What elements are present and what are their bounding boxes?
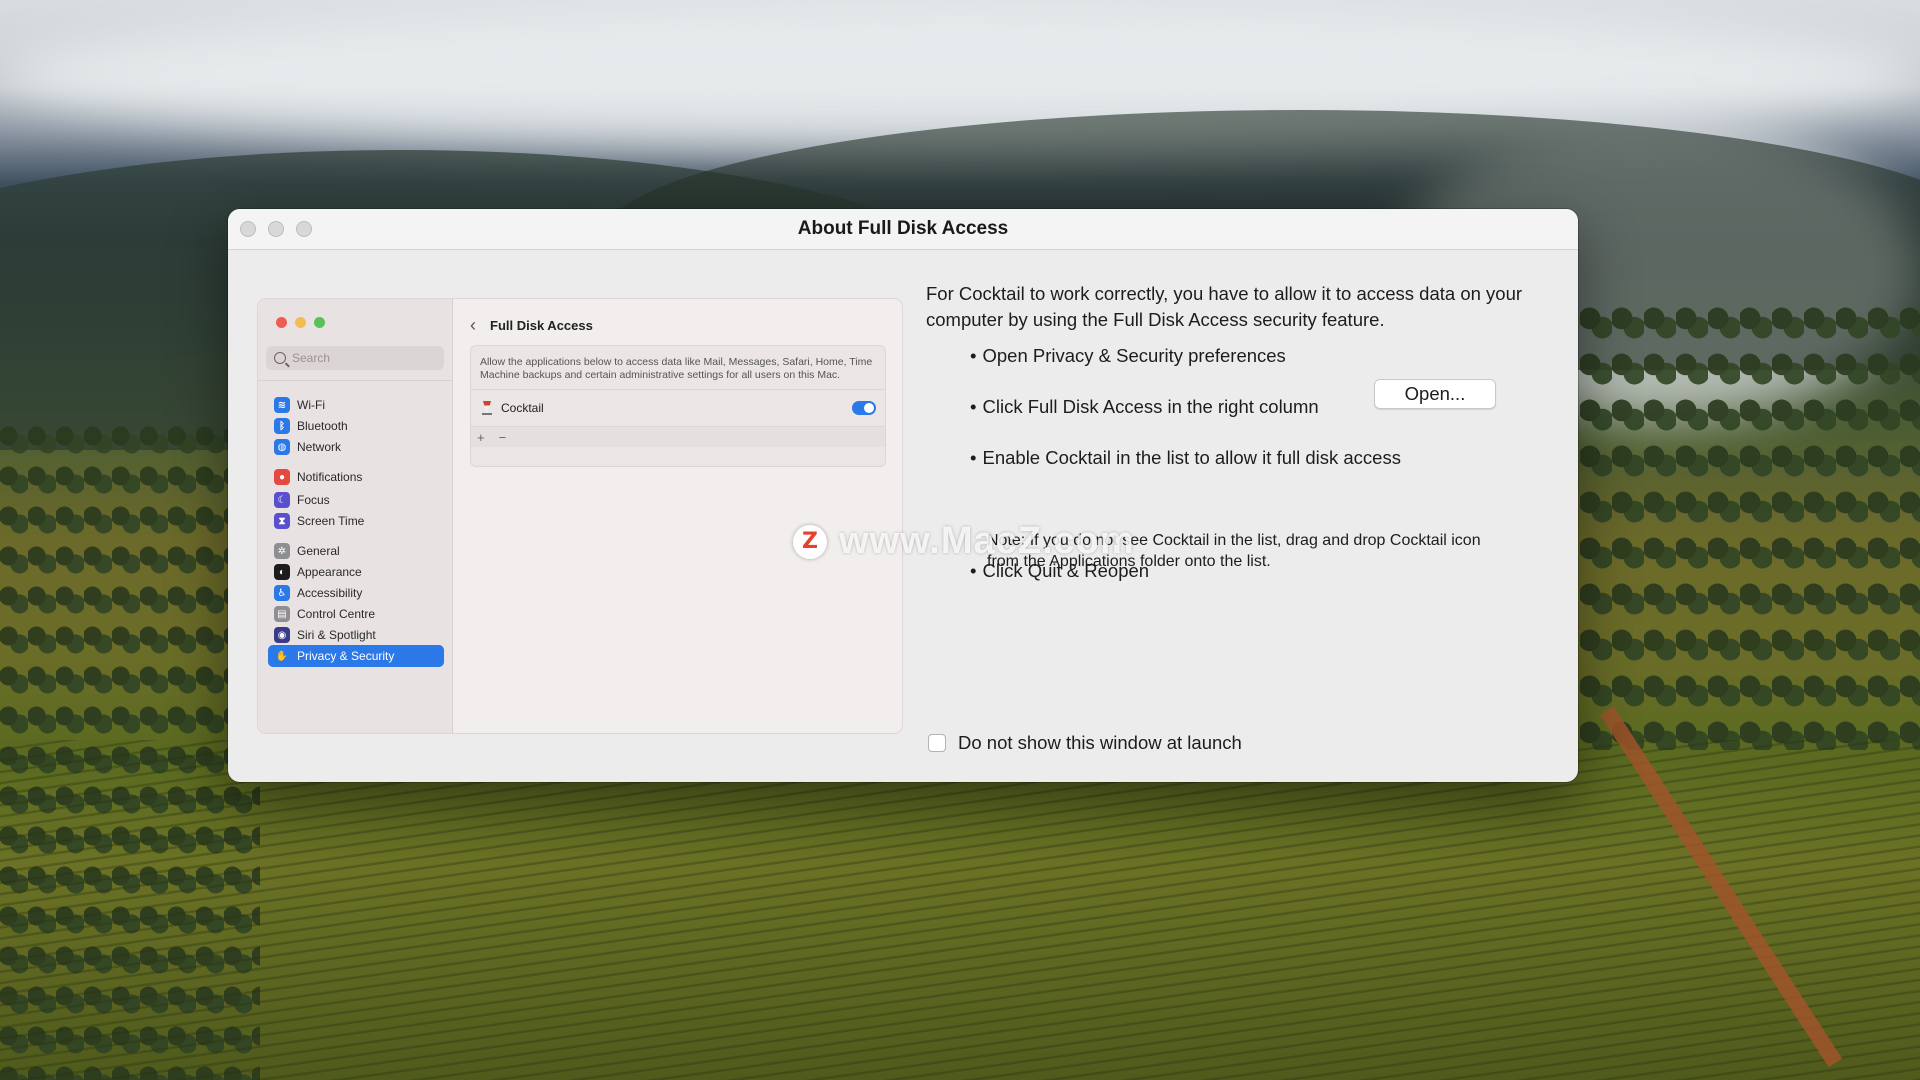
illustration-sidebar-item: ✋ Privacy & Security [268, 645, 444, 667]
illustration-sidebar-item: ◍ Network [268, 436, 444, 458]
step-click-full-disk-access: • Click Full Disk Access in the right col… [970, 396, 1319, 418]
cocktail-app-icon [480, 401, 494, 415]
step-text: Enable Cocktail in the list to allow it … [982, 447, 1401, 468]
illustration-sidebar-label: Privacy & Security [297, 649, 395, 663]
control-centre-icon: ▤ [274, 606, 290, 622]
window-title: About Full Disk Access [797, 218, 1009, 239]
do-not-show-option[interactable]: Do not show this window at launch [928, 732, 1242, 754]
illustration-sidebar-label: Siri & Spotlight [297, 628, 376, 642]
illustration-app-row: Cocktail [471, 390, 885, 427]
open-preferences-button[interactable]: Open... [1374, 379, 1496, 409]
illustration-sidebar-label: Focus [297, 493, 330, 507]
step-open-preferences: • Open Privacy & Security preferences [970, 345, 1286, 367]
illustration-sidebar-label: Wi-Fi [297, 398, 325, 412]
illustration-sidebar-item: ⧗ Screen Time [268, 510, 444, 532]
illustration-add-remove-bar: + − [471, 427, 885, 447]
trees-right [1580, 300, 1920, 750]
step-text: Click Quit & Reopen [982, 560, 1150, 581]
do-not-show-checkbox[interactable] [928, 734, 946, 752]
do-not-show-label[interactable]: Do not show this window at launch [958, 732, 1242, 754]
minus-icon: − [498, 429, 507, 445]
hourglass-icon: ⧗ [274, 513, 290, 529]
system-settings-illustration: Search ≋ Wi-Fi ᛒ Bluetooth ◍ Network ● Notifica… [258, 299, 902, 733]
illustration-minimize-dot [295, 317, 306, 328]
illustration-close-dot [276, 317, 287, 328]
siri-icon: ◉ [274, 627, 290, 643]
bullet: • [970, 345, 977, 366]
illustration-header: ‹ Full Disk Access [470, 315, 593, 336]
illustration-sidebar-label: Accessibility [297, 586, 363, 600]
illustration-sidebar-item: ☾ Focus [268, 489, 444, 511]
gear-icon: ✲ [274, 543, 290, 559]
illustration-sidebar-label: Appearance [297, 565, 362, 579]
illustration-sidebar-label: Screen Time [297, 514, 365, 528]
illustration-sidebar-item: ✲ General [268, 540, 444, 562]
illustration-sidebar-label: General [297, 544, 340, 558]
illustration-sidebar: Search ≋ Wi-Fi ᛒ Bluetooth ◍ Network ● Notifica… [258, 299, 453, 733]
chevron-left-icon: ‹ [470, 315, 476, 335]
illustration-sidebar-item: ● Notifications [268, 466, 444, 488]
accessibility-icon: ♿ [274, 585, 290, 601]
bullet: • [970, 447, 977, 468]
illustration-sidebar-item: ♿ Accessibility [268, 582, 444, 604]
illustration-panel-description: Allow the applications below to access d… [471, 346, 885, 390]
step-text: Click Full Disk Access in the right colu… [982, 396, 1319, 417]
illustration-sidebar-item: ▤ Control Centre [268, 603, 444, 625]
illustration-sidebar-label: Control Centre [297, 607, 376, 621]
intro-text: For Cocktail to work correctly, you have… [926, 283, 1523, 330]
illustration-sidebar-label: Notifications [297, 470, 363, 484]
bullet: • [970, 560, 977, 581]
illustration-app-name: Cocktail [501, 401, 544, 415]
illustration-search-placeholder: Search [292, 351, 331, 365]
illustration-sidebar-item: ◉ Siri & Spotlight [268, 624, 444, 646]
appearance-icon: ◐ [274, 564, 290, 580]
globe-icon: ◍ [274, 439, 290, 455]
illustration-sidebar-label: Network [297, 440, 342, 454]
bullet: • [970, 396, 977, 417]
illustration-sidebar-label: Bluetooth [297, 419, 348, 433]
illustration-search-field: Search [266, 346, 444, 370]
step-enable-cocktail: • Enable Cocktail in the list to allow it… [970, 447, 1401, 469]
illustration-header-title: Full Disk Access [490, 318, 593, 333]
title-bar: About Full Disk Access [228, 209, 1578, 250]
about-full-disk-access-window: About Full Disk Access Search ≋ Wi-Fi ᛒ Blu… [228, 209, 1578, 782]
illustration-traffic-lights [276, 317, 325, 328]
hand-icon: ✋ [274, 648, 290, 664]
vineyard-rows [0, 740, 1920, 1080]
illustration-toggle-on [852, 401, 876, 415]
moon-icon: ☾ [274, 492, 290, 508]
bluetooth-icon: ᛒ [274, 418, 290, 434]
illustration-sidebar-item: ≋ Wi-Fi [268, 394, 444, 416]
illustration-app-list-panel: Allow the applications below to access d… [470, 345, 886, 467]
illustration-sidebar-item: ◐ Appearance [268, 561, 444, 583]
wifi-icon: ≋ [274, 397, 290, 413]
bell-icon: ● [274, 469, 290, 485]
step-text: Open Privacy & Security preferences [982, 345, 1286, 366]
plus-icon: + [477, 429, 485, 445]
illustration-sidebar-item: ᛒ Bluetooth [268, 415, 444, 437]
search-icon [274, 352, 286, 364]
desktop-background: About Full Disk Access Search ≋ Wi-Fi ᛒ Blu… [0, 0, 1920, 1080]
illustration-zoom-dot [314, 317, 325, 328]
step-quit-reopen: • Click Quit & Reopen [970, 560, 1149, 582]
sidebar-divider [258, 380, 452, 381]
